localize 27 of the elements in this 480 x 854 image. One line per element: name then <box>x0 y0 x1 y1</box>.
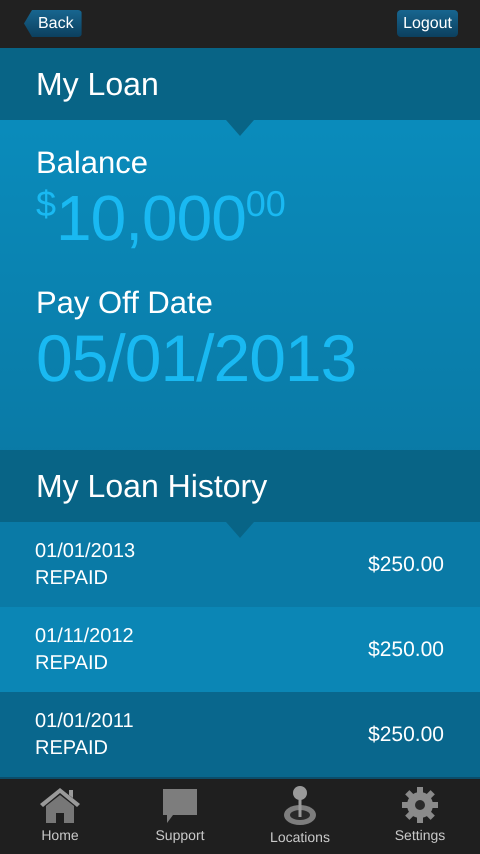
payment-amount: $250.00 <box>368 638 444 662</box>
balance-amount: 10,000 <box>56 181 246 256</box>
back-button[interactable]: Back <box>24 10 82 37</box>
payment-date: 01/11/2012 <box>35 624 134 648</box>
payment-status: REPAID <box>35 566 109 590</box>
payment-amount: $250.00 <box>368 552 444 576</box>
history-row[interactable]: 01/01/2011 REPAID $250.00 <box>0 692 480 777</box>
section-title: My Loan <box>36 66 159 102</box>
payoff-label: Pay Off Date <box>36 286 214 320</box>
history-row[interactable]: 01/11/2012 REPAID $250.00 <box>0 607 480 692</box>
tab-bar-item[interactable]: Settings <box>360 779 480 854</box>
payoff-date: 05/01/2013 <box>36 320 358 396</box>
balance-cents: 00 <box>246 184 286 224</box>
payment-status: REPAID <box>35 736 109 760</box>
section-title: My Loan History <box>36 468 268 504</box>
currency-symbol: $ <box>36 184 56 224</box>
tab-bar-item[interactable]: Support <box>120 779 240 854</box>
payment-amount: $250.00 <box>368 722 444 746</box>
payment-status: REPAID <box>35 650 109 676</box>
balance-label: Balance <box>36 146 150 180</box>
tab-bar-item[interactable]: Home <box>0 779 120 854</box>
payment-date: 01/01/2013 <box>35 538 136 564</box>
tab-bar-item[interactable]: Locations <box>240 779 360 854</box>
logout-button[interactable]: Logout <box>397 10 458 37</box>
gear-icon <box>400 785 440 825</box>
payment-date: 01/01/2011 <box>35 708 134 734</box>
history-row[interactable]: 01/01/2013 REPAID $250.00 <box>0 522 480 607</box>
